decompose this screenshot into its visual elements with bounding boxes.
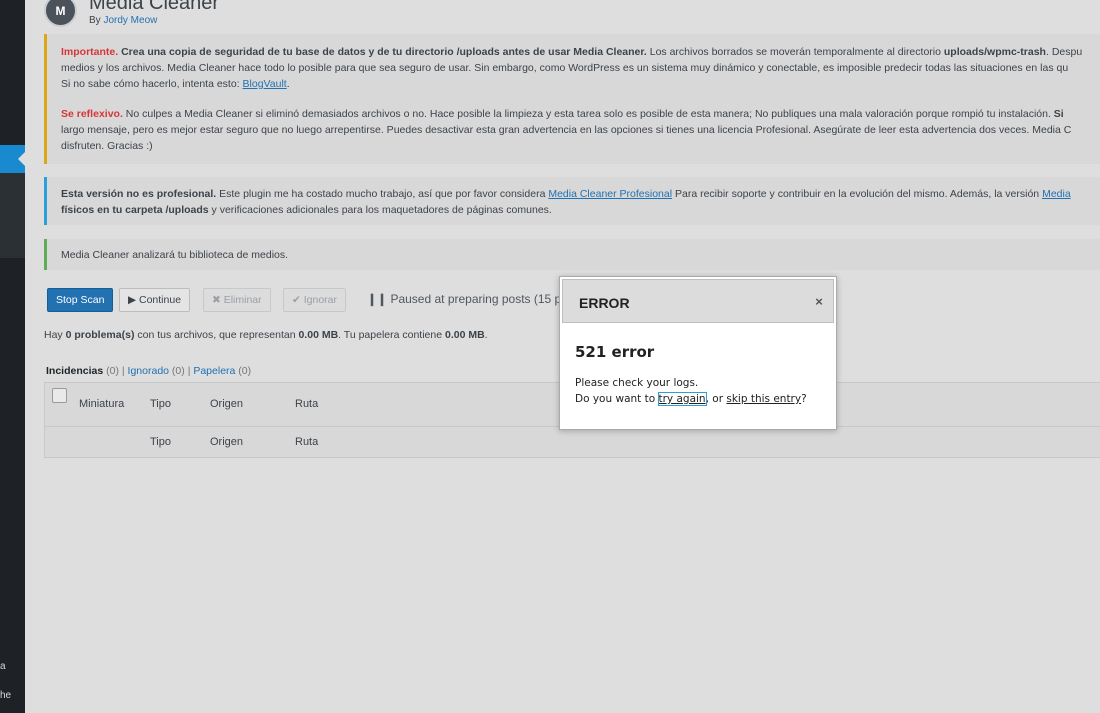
filter-ignored[interactable]: Ignorado [128,365,169,377]
reflexive-label: Se reflexivo. [61,108,123,120]
scan-summary: Hay 0 problema(s) con tus archivos, que … [44,329,488,341]
error-message-title: 521 error [575,343,655,361]
dialog-title: ERROR [579,295,630,311]
problems-size: 0.00 MB [298,329,339,341]
select-all-checkbox[interactable] [52,388,67,403]
trash-size: 0.00 MB [444,329,485,341]
or-text: , or [705,393,727,405]
reflexive-line-3: disfruten. Gracias :) [61,140,153,152]
dialog-body: 521 error Please check your logs. Do you… [575,343,830,407]
close-icon: ✖ [212,294,224,306]
reflexive-line-2: largo mensaje, pero es mejor estar segur… [61,124,1072,136]
error-line-1: Please check your logs. [575,377,699,389]
check-icon: ✔ [292,294,304,306]
pro-link-2[interactable]: Media [1042,188,1071,200]
pro-line-1: Esta versión no es profesional. Este plu… [61,186,1100,202]
continue-button[interactable]: ▶ Continue [119,288,191,312]
try-again-link[interactable]: try again [657,392,707,406]
period: . [286,78,290,90]
problems-count: 0 problema(s) [65,329,135,341]
author-link[interactable]: Jordy Meow [103,15,157,26]
summary-suffix: . [484,329,488,341]
ignore-label: Ignorar [303,294,337,306]
logo-letter: M [55,4,66,18]
col-origin[interactable]: Origen [210,398,243,410]
pro-bold: Esta versión no es profesional. [61,188,217,200]
error-line-2: Do you want to try again, or skip this e… [575,391,830,407]
warning-notice: Importante. Crea una copia de seguridad … [44,34,1100,164]
filter-trash[interactable]: Papelera [193,365,235,377]
trash-dir: uploads/wpmc-trash [943,46,1046,58]
admin-sidebar: a he [0,0,25,713]
important-text: Los archivos borrados se moverán tempora… [646,46,944,58]
important-label: Importante. [61,46,119,58]
active-arrow-icon [18,152,25,166]
question-mark: ? [801,393,807,405]
blogvault-link[interactable]: BlogVault [243,78,287,90]
table-footer: Tipo Origen Ruta [45,427,1100,457]
important-line-2: medios y los archivos. Media Cleaner hac… [61,62,1069,74]
analyze-text: Media Cleaner analizará tu biblioteca de… [61,249,289,261]
reflexive-bold: Si [1050,108,1064,120]
filter-separator: | [187,365,191,377]
pro-line2-text: y verificaciones adicionales para los ma… [208,204,552,216]
filter-trash-count: (0) [238,365,252,377]
filter-ignored-count: (0) [171,365,185,377]
filter-issues-count: (0) [106,365,119,377]
close-icon[interactable]: × [813,295,825,309]
col-thumbnail[interactable]: Miniatura [79,398,124,410]
filter-issues[interactable]: Incidencias [46,365,103,377]
sidebar-item-label[interactable]: a [0,661,6,672]
footer-col-origin[interactable]: Origen [210,436,243,448]
delete-label: Eliminar [223,294,262,306]
important-line-3: Si no sabe cómo hacerlo, intenta esto: B… [61,76,1100,92]
important-bold: Crea una copia de seguridad de tu base d… [118,46,647,58]
important-hint: Si no sabe cómo hacerlo, intenta esto: [61,78,243,90]
col-path[interactable]: Ruta [295,398,318,410]
pro-text: Este plugin me ha costado mucho trabajo,… [216,188,549,200]
filter-separator: | [121,365,125,377]
summary-middle-2: . Tu papelera contiene [338,329,445,341]
sidebar-active-item[interactable] [0,145,25,173]
reflexive-text: No culpes a Media Cleaner si eliminó dem… [122,108,1051,120]
pro-notice: Esta versión no es profesional. Este plu… [44,177,1100,225]
error-dialog: ERROR × 521 error Please check your logs… [559,276,837,430]
important-line-1: Importante. Crea una copia de seguridad … [61,44,1100,60]
status-text: Paused at preparing posts (15 p [390,292,562,306]
scan-status: ❙❙ Paused at preparing posts (15 p [367,292,561,306]
footer-col-path[interactable]: Ruta [295,436,318,448]
pro-link[interactable]: Media Cleaner Profesional [548,188,672,200]
play-icon: ▶ [128,294,139,306]
retry-prompt: Do you want to [575,393,659,405]
page-title: Media Cleaner [89,0,220,14]
important-text-end: . Despu [1045,46,1083,58]
delete-button[interactable]: ✖ Eliminar [203,288,271,312]
sidebar-item-label[interactable]: he [0,690,11,701]
pause-icon: ❙❙ [367,292,391,306]
summary-middle: con tus archivos, que representan [134,329,299,341]
pro-line-2: físicos en tu carpeta /uploads y verific… [61,202,1100,218]
page-subtitle: By Jordy Meow [89,15,157,26]
ignore-button[interactable]: ✔ Ignorar [283,288,346,312]
sidebar-submenu [0,173,25,258]
analyze-notice: Media Cleaner analizará tu biblioteca de… [44,239,1100,270]
dialog-header: ERROR × [562,279,834,323]
pro-text-2: Para recibir soporte y contribuir en la … [672,188,1043,200]
summary-prefix: Hay [44,329,66,341]
reflexive-line-1: Se reflexivo. No culpes a Media Cleaner … [61,106,1100,122]
by-label: By [89,15,104,26]
continue-label: Continue [139,294,182,306]
plugin-logo: M [44,0,77,27]
pro-line2-bold: físicos en tu carpeta /uploads [61,204,209,216]
skip-entry-link[interactable]: skip this entry [726,393,801,405]
col-type[interactable]: Tipo [150,398,171,410]
view-filters: Incidencias (0) | Ignorado (0) | Papeler… [46,365,251,377]
stop-scan-button[interactable]: Stop Scan [47,288,114,312]
footer-col-type[interactable]: Tipo [150,436,171,448]
